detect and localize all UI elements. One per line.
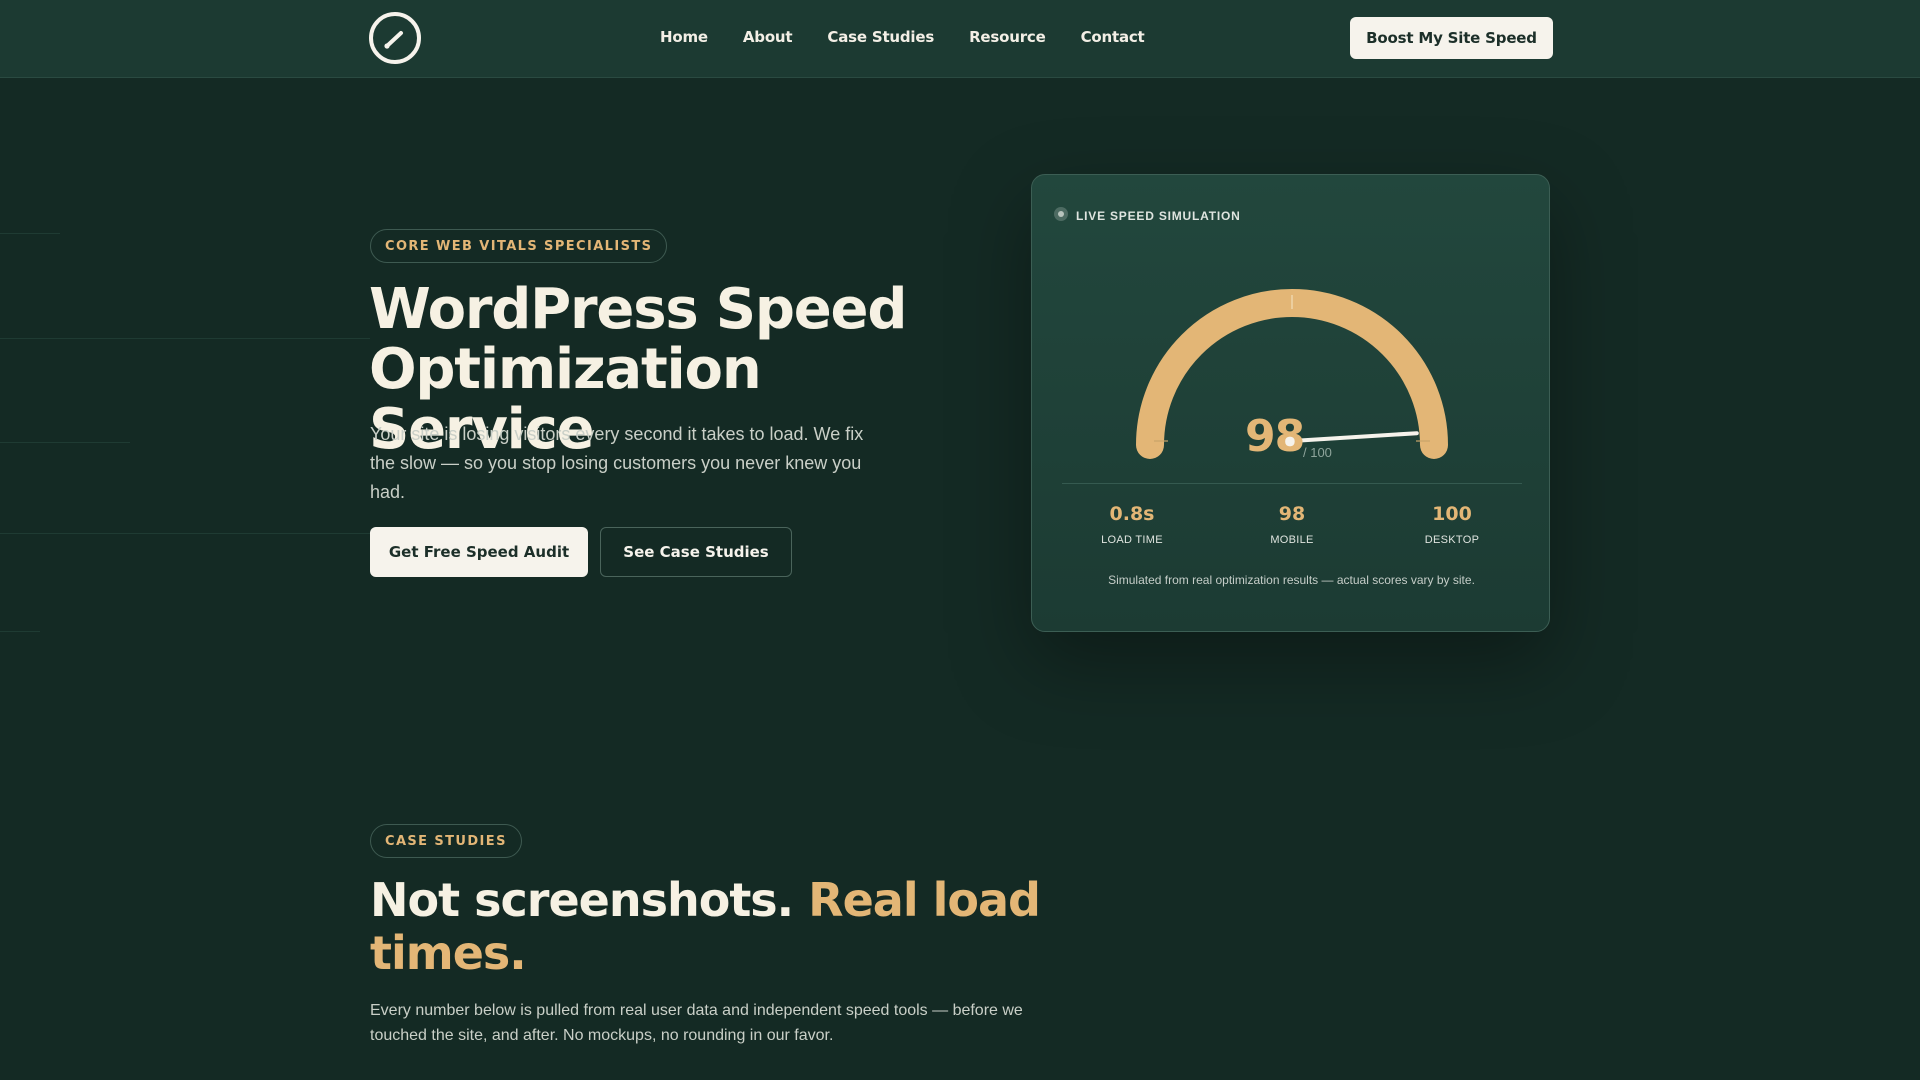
speed-simulation-card: LIVE SPEED SIMULATION 98 / 100 0.8s LOAD… <box>1031 174 1550 632</box>
metric-mobile: 98 MOBILE <box>1232 503 1352 546</box>
decorative-line <box>0 338 370 339</box>
nav-links: Home About Case Studies Resource Contact <box>660 28 1180 46</box>
decorative-line <box>0 442 130 443</box>
nav-link-resource[interactable]: Resource <box>969 28 1046 46</box>
case-studies-eyebrow-badge: CASE STUDIES <box>370 824 522 858</box>
metric-value: 0.8s <box>1109 503 1155 525</box>
boost-site-speed-button[interactable]: Boost My Site Speed <box>1350 17 1553 59</box>
nav-link-contact[interactable]: Contact <box>1081 28 1145 46</box>
simulation-label: LIVE SPEED SIMULATION <box>1076 209 1241 223</box>
get-free-speed-audit-button[interactable]: Get Free Speed Audit <box>370 527 588 577</box>
card-divider <box>1062 483 1522 484</box>
hero-eyebrow-badge: CORE WEB VITALS SPECIALISTS <box>370 229 668 263</box>
metric-label: LOAD TIME <box>1101 534 1163 546</box>
metric-desktop: 100 DESKTOP <box>1392 503 1512 546</box>
nav-link-home[interactable]: Home <box>660 28 708 46</box>
metric-value: 98 <box>1278 503 1306 525</box>
nav-link-about[interactable]: About <box>743 28 793 46</box>
speed-score-max: / 100 <box>1303 445 1332 460</box>
metric-label: DESKTOP <box>1424 534 1480 546</box>
hero-subtitle: Your site is losing visitors every secon… <box>370 424 864 502</box>
decorative-line <box>0 631 40 632</box>
nav-link-case-studies[interactable]: Case Studies <box>827 28 934 46</box>
metric-load-time: 0.8s LOAD TIME <box>1072 503 1192 546</box>
see-case-studies-button[interactable]: See Case Studies <box>600 527 792 577</box>
case-studies-subtitle: Every number below is pulled from real u… <box>370 1002 1023 1044</box>
speed-score: 98 <box>1245 411 1305 462</box>
simulation-disclaimer: Simulated from real optimization results… <box>1108 573 1475 587</box>
metric-value: 100 <box>1432 503 1472 525</box>
decorative-line <box>0 533 370 534</box>
gauge-needle <box>1290 431 1419 443</box>
speedometer-logo-icon[interactable] <box>368 11 422 65</box>
case-studies-title-main: Not screenshots. <box>370 873 794 927</box>
case-studies-title: Not screenshots. Real load times. <box>370 874 1090 980</box>
decorative-line <box>0 233 60 234</box>
metric-label: MOBILE <box>1270 534 1314 546</box>
live-dot-icon <box>1054 207 1068 221</box>
top-navigation: Home About Case Studies Resource Contact… <box>0 0 1920 78</box>
